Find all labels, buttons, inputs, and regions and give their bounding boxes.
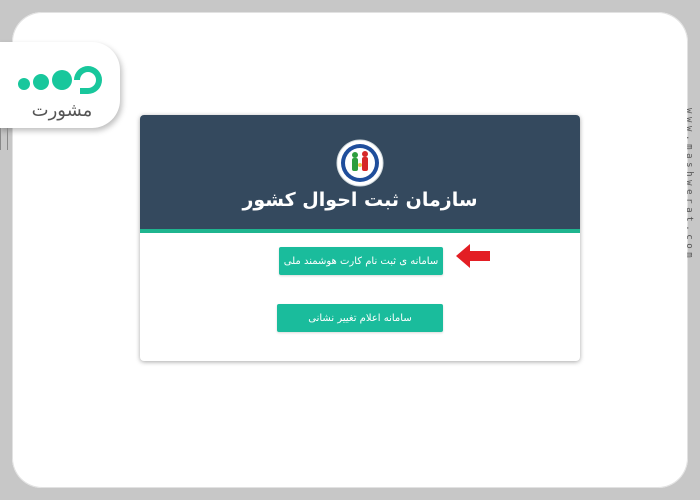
- red-arrow-icon: [456, 244, 490, 268]
- watermark-url: www.mashwerat.com: [684, 108, 694, 262]
- divider-mark: [0, 128, 8, 150]
- registration-card: سازمان ثبت احوال کشور سامانه ی ثبت نام ک…: [140, 115, 580, 361]
- logo-text: مشورت: [31, 100, 93, 121]
- logo-badge[interactable]: مشورت: [0, 42, 120, 128]
- card-title: سازمان ثبت احوال کشور: [242, 189, 478, 211]
- smart-card-registration-button[interactable]: سامانه ی ثبت نام کارت هوشمند ملی: [279, 247, 443, 275]
- civil-registration-emblem-icon: [336, 139, 384, 187]
- card-header: سازمان ثبت احوال کشور: [140, 115, 580, 233]
- address-change-button[interactable]: سامانه اعلام تغییر نشانی: [277, 304, 443, 332]
- mashwerat-logo-icon: [18, 66, 102, 94]
